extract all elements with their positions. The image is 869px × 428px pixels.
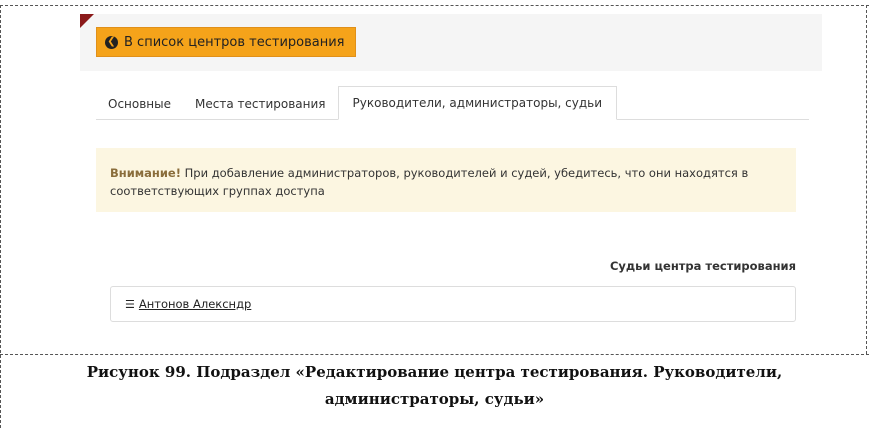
judge-name-link[interactable]: Антонов Алексндр	[139, 297, 251, 311]
judges-section-title: Судьи центра тестирования	[609, 259, 796, 273]
screenshot-panel: ❮ В список центров тестирования Основные…	[80, 14, 822, 342]
back-to-centers-button[interactable]: ❮ В список центров тестирования	[96, 27, 356, 57]
back-button-label: В список центров тестирования	[124, 34, 345, 50]
tab-testing-places[interactable]: Места тестирования	[183, 97, 338, 119]
caption-line-2: администраторы, судьи»	[324, 390, 545, 408]
warning-alert: Внимание! При добавление администраторов…	[96, 148, 796, 212]
caption-line-1: Рисунок 99. Подраздел «Редактирование це…	[86, 363, 783, 381]
alert-strong: Внимание!	[110, 166, 181, 180]
tab-bar: Основные Места тестирования Руководители…	[96, 86, 809, 120]
frame-top-border	[0, 5, 869, 6]
list-icon: ☰	[125, 297, 135, 311]
corner-ribbon	[80, 14, 94, 28]
judge-list-item: ☰ Антонов Алексндр	[110, 286, 796, 322]
frame-right-border	[866, 5, 867, 354]
page-header: ❮ В список центров тестирования	[80, 14, 822, 71]
tab-managers-admins-judges[interactable]: Руководители, администраторы, судьи	[337, 86, 618, 120]
figure-caption: Рисунок 99. Подраздел «Редактирование це…	[0, 359, 869, 413]
frame-caption-divider	[0, 354, 869, 355]
arrow-left-circle-icon: ❮	[105, 35, 118, 49]
alert-text: При добавление администраторов, руководи…	[110, 166, 749, 198]
tab-main[interactable]: Основные	[96, 97, 183, 119]
